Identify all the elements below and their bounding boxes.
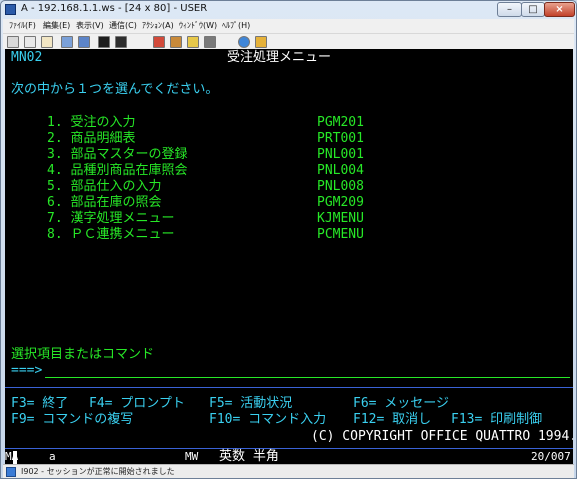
menu-option-program: PCMENU <box>317 227 364 242</box>
window-title: A - 192.168.1.1.ws - [24 x 80] - USER <box>21 3 208 14</box>
app-icon[interactable] <box>5 4 16 15</box>
print-icon[interactable] <box>7 36 19 48</box>
receive-icon[interactable] <box>78 36 90 48</box>
menu-option-label: 8. ＰＣ連携メニュー <box>47 227 175 242</box>
menu-bar: ﾌｧｲﾙ(F) 編集(E) 表示(V) 通信(C) ｱｸｼｮﾝ(A) ｳｨﾝﾄﾞ… <box>3 19 574 33</box>
menu-option-program: PNL001 <box>317 147 364 162</box>
screen-title: 受注処理メニュー <box>227 50 332 65</box>
menu-view[interactable]: 表示(V) <box>76 20 104 31</box>
command-arrow: ===> <box>11 363 43 378</box>
operator-info-area: MA a MW 英数 半角 20/007 <box>5 448 573 464</box>
f9-copy-command[interactable]: F9= コマンドの複写 <box>11 412 133 427</box>
terminal-window: A - 192.168.1.1.ws - [24 x 80] - USER – … <box>0 0 577 479</box>
customize-icon[interactable] <box>187 36 199 48</box>
map-icon[interactable] <box>204 36 216 48</box>
menu-file[interactable]: ﾌｧｲﾙ(F) <box>9 20 36 31</box>
menu-option-program: PGM209 <box>317 195 364 210</box>
menu-communication[interactable]: 通信(C) <box>109 20 137 31</box>
copy-icon[interactable] <box>24 36 36 48</box>
menu-option-label: 1. 受注の入力 <box>47 115 136 130</box>
menu-option-program: PNL008 <box>317 179 364 194</box>
title-bar[interactable]: A - 192.168.1.1.ws - [24 x 80] - USER – … <box>1 1 576 19</box>
command-input[interactable] <box>45 377 570 378</box>
menu-help[interactable]: ﾍﾙﾌﾟ(H) <box>222 20 250 31</box>
menu-action[interactable]: ｱｸｼｮﾝ(A) <box>142 20 174 31</box>
display-icon[interactable] <box>98 36 110 48</box>
f10-command-entry[interactable]: F10= コマンド入力 <box>209 412 326 427</box>
cursor-indicator <box>13 451 17 464</box>
f13-print-control[interactable]: F13= 印刷制御 <box>451 412 542 427</box>
status-bar: I902 - セッションが正常に開始されました <box>3 464 574 478</box>
menu-window[interactable]: ｳｨﾝﾄﾞｳ(W) <box>179 20 217 31</box>
f3-exit[interactable]: F3= 終了 <box>11 396 68 411</box>
menu-option-label: 7. 漢字処理メニュー <box>47 211 175 226</box>
oia-mw: MW <box>185 450 199 463</box>
maximize-button[interactable]: □ <box>521 2 545 17</box>
f4-prompt[interactable]: F4= プロンプト <box>89 396 185 411</box>
f5-activity[interactable]: F5= 活動状況 <box>209 396 292 411</box>
menu-option-program: KJMENU <box>317 211 364 226</box>
macro-record-icon[interactable] <box>115 36 127 48</box>
screen-id: MN02 <box>11 50 43 65</box>
globe-icon[interactable] <box>238 36 250 48</box>
copyright-text: (C) COPYRIGHT OFFICE QUATTRO 1994. <box>311 429 573 444</box>
menu-option-label: 3. 部品マスターの登録 <box>47 147 188 162</box>
divider <box>5 387 573 388</box>
oia-a: a <box>49 450 56 463</box>
toolbar <box>3 33 574 49</box>
help-icon[interactable] <box>255 36 267 48</box>
send-icon[interactable] <box>61 36 73 48</box>
f6-message[interactable]: F6= メッセージ <box>353 396 449 411</box>
session-status-icon <box>6 467 16 477</box>
menu-option-label: 5. 部品仕入の入力 <box>47 179 162 194</box>
menu-edit[interactable]: 編集(E) <box>43 20 70 31</box>
menu-option-program: PRT001 <box>317 131 364 146</box>
menu-option-label: 6. 部品在庫の照会 <box>47 195 162 210</box>
keypad-icon[interactable] <box>170 36 182 48</box>
macro-play-icon[interactable] <box>153 36 165 48</box>
menu-option-program: PNL004 <box>317 163 364 178</box>
instruction-text: 次の中から１つを選んでください。 <box>11 82 219 97</box>
minimize-button[interactable]: – <box>497 2 522 17</box>
command-prompt-label: 選択項目またはコマンド <box>11 347 155 362</box>
menu-option-label: 4. 品種別商品在庫照会 <box>47 163 188 178</box>
menu-option-label: 2. 商品明細表 <box>47 131 136 146</box>
status-message: I902 - セッションが正常に開始されました <box>21 467 175 476</box>
f12-cancel[interactable]: F12= 取消し <box>353 412 431 427</box>
input-mode: 英数 半角 <box>219 449 279 464</box>
menu-option-program: PGM201 <box>317 115 364 130</box>
close-button[interactable]: × <box>544 2 575 17</box>
paste-icon[interactable] <box>41 36 53 48</box>
terminal-screen[interactable]: MN02 受注処理メニュー 次の中から１つを選んでください。 1. 受注の入力 … <box>5 49 573 463</box>
cursor-position: 20/007 <box>531 450 571 463</box>
